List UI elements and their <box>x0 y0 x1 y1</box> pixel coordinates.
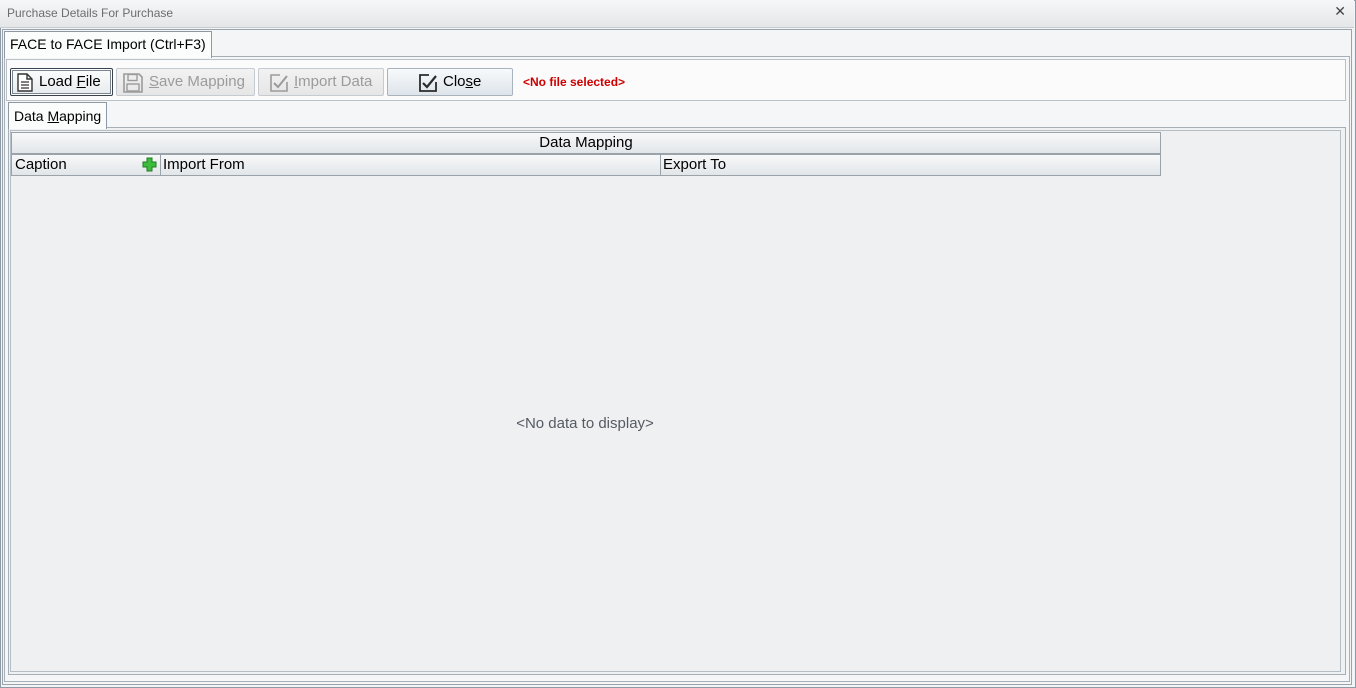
column-header-caption[interactable]: Caption <box>11 154 161 176</box>
title-bar: Purchase Details For Purchase ✕ <box>0 0 1354 28</box>
window-title: Purchase Details For Purchase <box>7 6 174 20</box>
save-mapping-button[interactable]: Save Mapping <box>116 68 255 96</box>
column-header-import-from[interactable]: Import From <box>160 154 661 176</box>
close-button[interactable]: Close <box>387 68 513 96</box>
document-icon <box>17 73 33 92</box>
import-data-label: Import Data <box>294 73 373 90</box>
tab-face-to-face-import[interactable]: FACE to FACE Import (Ctrl+F3) <box>4 31 212 58</box>
grid-band-header: Data Mapping <box>11 132 1161 154</box>
tab-data-mapping-label: Data Mapping <box>14 108 102 124</box>
status-message: <No file selected> <box>523 75 626 89</box>
load-file-label: Load File <box>39 73 101 90</box>
save-mapping-label: Save Mapping <box>149 73 245 90</box>
close-window-icon[interactable]: ✕ <box>1334 4 1346 20</box>
tab-data-mapping[interactable]: Data Mapping <box>8 102 108 129</box>
close-check-icon <box>419 74 437 92</box>
close-label: Close <box>443 73 482 90</box>
data-grid <box>10 130 1341 672</box>
floppy-disk-icon <box>123 73 143 93</box>
import-check-icon <box>270 74 288 92</box>
plus-icon[interactable] <box>142 157 157 172</box>
empty-grid-message: <No data to display> <box>516 415 654 432</box>
column-header-export-to[interactable]: Export To <box>660 154 1161 176</box>
import-data-button[interactable]: Import Data <box>258 68 384 96</box>
load-file-button[interactable]: Load File <box>10 68 113 96</box>
